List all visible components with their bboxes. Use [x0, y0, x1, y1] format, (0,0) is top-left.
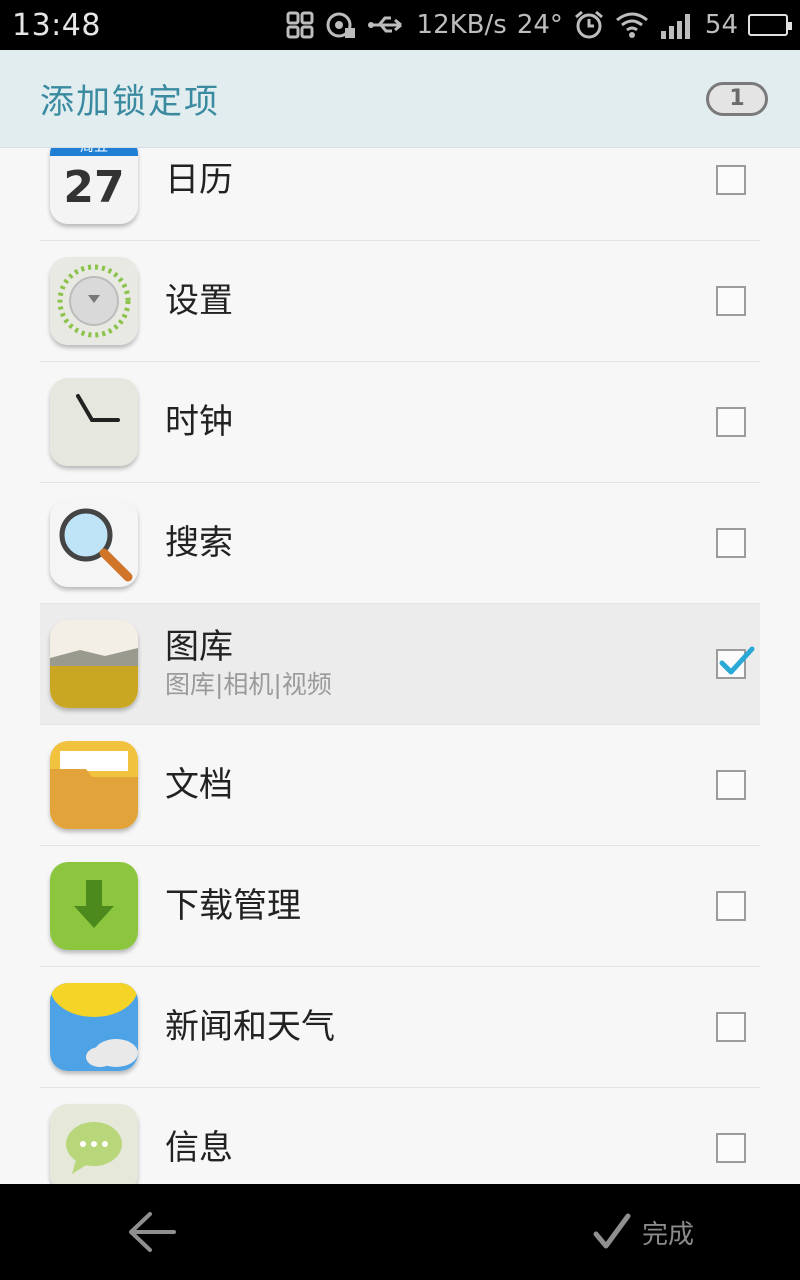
list-item-label: 搜索: [165, 523, 233, 563]
clock-icon: [50, 378, 138, 466]
list-item-news-weather[interactable]: 新闻和天气: [40, 967, 760, 1088]
list-item-documents[interactable]: 文档: [40, 725, 760, 846]
header: 添加锁定项 1: [0, 50, 800, 148]
selected-count-badge: 1: [706, 81, 768, 116]
list-item-search[interactable]: 搜索: [40, 483, 760, 604]
checkbox[interactable]: [716, 1012, 746, 1042]
calendar-weekday: 周五: [80, 148, 108, 155]
done-label: 完成: [642, 1219, 695, 1250]
checkbox[interactable]: [716, 286, 746, 316]
back-arrow-icon: [129, 1212, 176, 1252]
message-icon: [50, 1104, 138, 1184]
list-item-label: 信息: [165, 1128, 233, 1168]
bottom-action-bar: 完成: [0, 1184, 800, 1280]
app-list[interactable]: 周五 27 日历 设置 时钟: [40, 148, 760, 1184]
download-icon: [50, 862, 138, 950]
gallery-icon: [50, 620, 138, 708]
status-time: 13:48: [12, 7, 101, 43]
list-item-clock[interactable]: 时钟: [40, 362, 760, 483]
battery-percent: 54: [704, 10, 738, 40]
list-item-settings[interactable]: 设置: [40, 241, 760, 362]
folder-icon: [50, 741, 138, 829]
checkbox[interactable]: [716, 165, 746, 195]
list-item-label: 下载管理: [165, 886, 301, 926]
list-item-label: 设置: [165, 281, 233, 321]
network-speed: 12KB/s: [416, 10, 507, 40]
checkmark-icon: [593, 1213, 631, 1249]
list-item-sublabel: 图库|相机|视频: [165, 670, 332, 699]
checkbox[interactable]: [716, 528, 746, 558]
list-item-label: 日历: [165, 160, 233, 200]
search-icon: [50, 499, 138, 587]
checkbox[interactable]: [716, 407, 746, 437]
sync-icon: [325, 10, 357, 40]
list-item-gallery[interactable]: 图库 图库|相机|视频: [40, 604, 760, 725]
list-item-label: 图库: [165, 627, 233, 667]
list-item-calendar[interactable]: 周五 27 日历: [40, 148, 760, 241]
signal-icon: [659, 11, 695, 39]
alarm-icon: [573, 9, 605, 41]
scan-icon: [285, 10, 315, 40]
settings-icon: [50, 257, 138, 345]
checkbox[interactable]: [716, 891, 746, 921]
weather-icon: [50, 983, 138, 1071]
checkbox[interactable]: [716, 770, 746, 800]
status-bar: 13:48 12KB/s 24° 54: [0, 0, 800, 50]
list-item-messages[interactable]: 信息: [40, 1088, 760, 1184]
usb-icon: [367, 13, 407, 37]
page-title: 添加锁定项: [40, 82, 220, 122]
battery-icon: [748, 14, 792, 36]
calendar-day: 27: [63, 162, 124, 213]
temperature: 24°: [516, 10, 563, 40]
wifi-icon: [615, 11, 649, 39]
done-button[interactable]: 完成: [590, 1204, 694, 1260]
calendar-icon: 周五 27: [50, 148, 138, 224]
list-item-label: 文档: [165, 765, 233, 805]
status-icons: 12KB/s 24° 54: [285, 9, 792, 41]
list-item-label: 新闻和天气: [165, 1007, 335, 1047]
checkbox[interactable]: [716, 1133, 746, 1163]
checkmark-icon: [719, 646, 755, 675]
list-item-download-manager[interactable]: 下载管理: [40, 846, 760, 967]
checkbox-checked[interactable]: [716, 646, 755, 679]
back-button[interactable]: [126, 1210, 178, 1254]
list-item-label: 时钟: [165, 402, 233, 442]
